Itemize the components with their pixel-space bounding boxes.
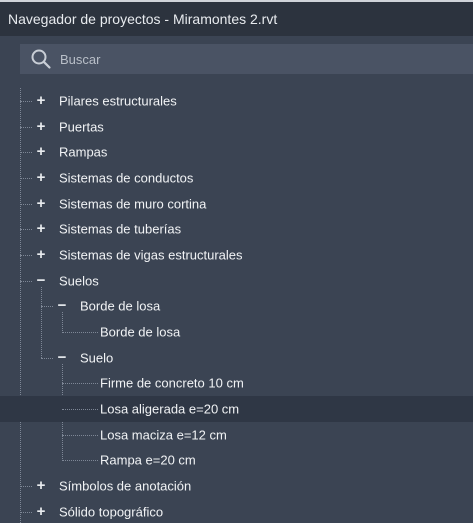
tree-item[interactable]: + Rampas <box>0 139 473 165</box>
tree-connector <box>20 229 32 231</box>
tree-item[interactable]: + Pilares estructurales <box>0 88 473 114</box>
tree-item-label: Sistemas de muro cortina <box>59 196 207 212</box>
tree-item-label: Losa maciza e=12 cm <box>100 427 227 443</box>
tree-item[interactable]: Firme de concreto 10 cm <box>0 371 473 397</box>
plus-icon[interactable]: + <box>35 144 47 159</box>
search-icon <box>31 49 51 69</box>
tree-connector <box>20 203 32 205</box>
tree-item-label: Suelos <box>59 273 99 289</box>
tree-connector <box>20 100 32 102</box>
tree-item[interactable]: Losa aligerada e=20 cm <box>0 396 473 422</box>
project-tree: + Pilares estructurales + Puertas + Rampas + Si… <box>0 88 473 523</box>
project-browser-window: Navegador de proyectos - Miramontes 2.rv… <box>0 0 473 523</box>
plus-icon[interactable]: + <box>35 93 47 108</box>
tree-item-label: Suelo <box>80 350 114 366</box>
tree-connector <box>20 152 32 154</box>
tree-item-label: Pilares estructurales <box>59 93 177 109</box>
tree-item-label: Rampas <box>59 144 108 160</box>
tree-item[interactable]: + Sólido topográfico <box>0 499 473 523</box>
tree-item[interactable]: + Sistemas de vigas estructurales <box>0 242 473 268</box>
minus-icon[interactable]: − <box>56 350 68 365</box>
tree-connector <box>62 332 98 334</box>
tree-item-label: Losa aligerada e=20 cm <box>100 401 240 417</box>
tree-item[interactable]: + Sistemas de conductos <box>0 165 473 191</box>
tree-item[interactable]: + Símbolos de anotación <box>0 473 473 499</box>
tree-item-label: Firme de concreto 10 cm <box>100 375 244 391</box>
plus-icon[interactable]: + <box>35 504 47 519</box>
tree-connector <box>41 306 53 308</box>
tree-connector <box>62 409 98 411</box>
tree-item-label: Sistemas de tuberías <box>59 221 182 237</box>
tree-item-label: Borde de losa <box>100 324 181 340</box>
tree-item[interactable]: Borde de losa <box>0 319 473 345</box>
plus-icon[interactable]: + <box>35 119 47 134</box>
tree-item-label: Sistemas de vigas estructurales <box>59 247 243 263</box>
tree-item-label: Borde de losa <box>80 298 161 314</box>
tree-connector <box>62 434 98 436</box>
tree-connector <box>20 254 32 256</box>
plus-icon[interactable]: + <box>35 170 47 185</box>
tree-item[interactable]: − Suelos <box>0 268 473 294</box>
minus-icon[interactable]: − <box>56 298 68 313</box>
tree-item-label: Puertas <box>59 119 104 135</box>
tree-connector <box>20 177 32 179</box>
tree-connector <box>20 511 32 513</box>
plus-icon[interactable]: + <box>35 478 47 493</box>
tree-item[interactable]: + Sistemas de muro cortina <box>0 191 473 217</box>
tree-item[interactable]: + Puertas <box>0 114 473 140</box>
tree-item-label: Sistemas de conductos <box>59 170 194 186</box>
plus-icon[interactable]: + <box>35 247 47 262</box>
plus-icon[interactable]: + <box>35 196 47 211</box>
tree-item[interactable]: Rampa e=20 cm <box>0 448 473 474</box>
tree-connector <box>62 383 98 385</box>
tree-item-label: Rampa e=20 cm <box>100 452 196 468</box>
tree-connector <box>20 126 32 128</box>
tree-item-label: Símbolos de anotación <box>59 478 192 494</box>
window-title[interactable]: Navegador de proyectos - Miramontes 2.rv… <box>0 0 473 36</box>
search-bar[interactable] <box>20 44 473 74</box>
tree-item[interactable]: + Sistemas de tuberías <box>0 216 473 242</box>
tree-item[interactable]: − Suelo <box>0 345 473 371</box>
search-input[interactable] <box>52 45 473 73</box>
minus-icon[interactable]: − <box>35 273 47 288</box>
plus-icon[interactable]: + <box>35 221 47 236</box>
tree-connector <box>62 460 98 462</box>
tree-connector <box>20 486 32 488</box>
tree-item-label: Sólido topográfico <box>59 504 164 520</box>
tree-item[interactable]: − Borde de losa <box>0 294 473 320</box>
tree-connector <box>41 357 53 359</box>
tree-item[interactable]: Losa maciza e=12 cm <box>0 422 473 448</box>
tree-connector <box>20 280 32 282</box>
